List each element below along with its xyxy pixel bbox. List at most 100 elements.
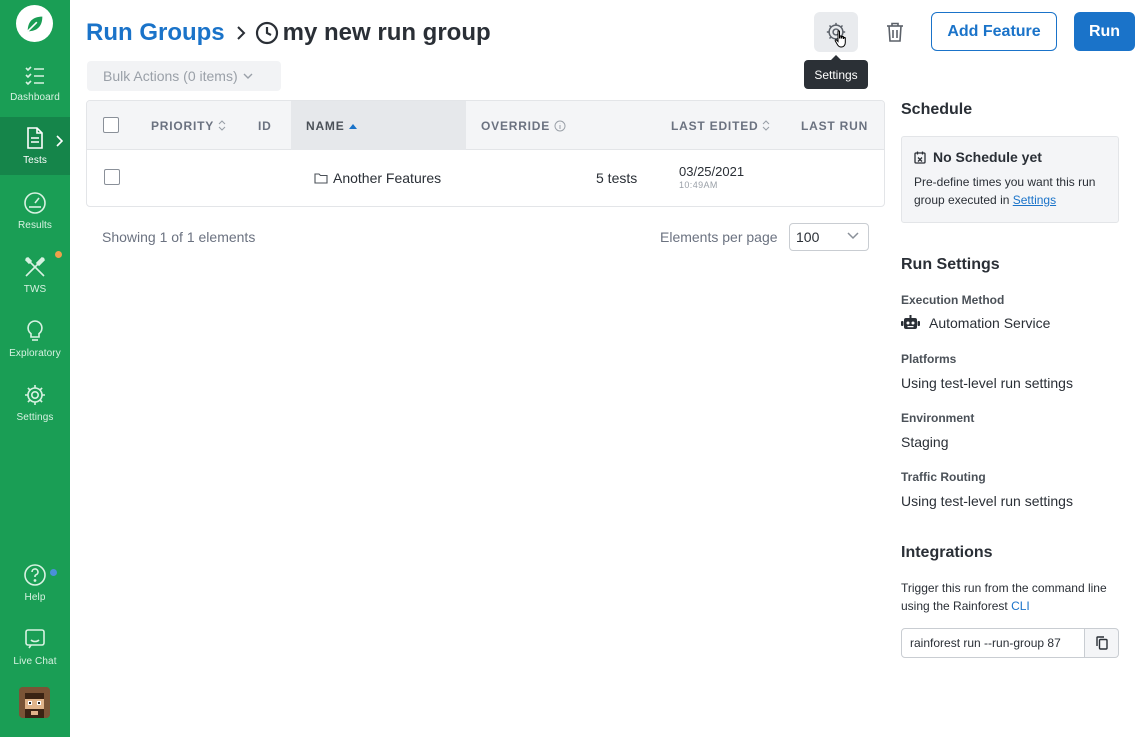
sidebar-item-label: Tests: [23, 155, 47, 166]
column-header-priority[interactable]: PRIORITY: [151, 101, 226, 150]
help-icon: [22, 562, 48, 588]
gauge-icon: [22, 190, 48, 216]
hand-cursor-icon: [834, 30, 846, 48]
traffic-routing-value: Using test-level run settings: [901, 493, 1073, 509]
integrations-description: Trigger this run from the command line u…: [901, 579, 1121, 615]
last-edited-date: 03/25/2021: [679, 164, 745, 179]
info-icon: [554, 120, 566, 132]
sidebar-item-settings[interactable]: Settings: [0, 374, 70, 432]
sort-icon: [218, 120, 226, 131]
chevron-right-icon: [236, 25, 246, 41]
add-feature-button[interactable]: Add Feature: [931, 12, 1057, 51]
sidebar-item-exploratory[interactable]: Exploratory: [0, 310, 70, 368]
elements-per-page-label: Elements per page: [660, 229, 778, 245]
sidebar-item-label: Help: [24, 592, 46, 603]
last-edited-time: 10:49AM: [679, 180, 718, 190]
calendar-icon: [914, 151, 926, 164]
rainforest-logo[interactable]: [16, 5, 53, 42]
trash-icon: [887, 22, 903, 42]
select-all-checkbox[interactable]: [103, 117, 119, 133]
traffic-routing-label: Traffic Routing: [901, 470, 986, 484]
sidebar-item-label: TWS: [23, 284, 47, 295]
per-page-value: 100: [796, 229, 820, 245]
elements-per-page-select[interactable]: 100: [789, 223, 869, 251]
robot-icon: [901, 315, 920, 331]
integrations-heading: Integrations: [901, 544, 993, 561]
column-header-name[interactable]: NAME: [291, 101, 466, 150]
execution-method-value: Automation Service: [901, 315, 1050, 331]
chevron-down-icon: [243, 73, 253, 79]
schedule-title-text: No Schedule yet: [933, 149, 1042, 165]
column-label: PRIORITY: [151, 118, 215, 133]
schedule-card: No Schedule yet Pre-define times you wan…: [901, 136, 1119, 223]
schedule-description-text: Pre-define times you want this run group…: [914, 175, 1096, 207]
environment-label: Environment: [901, 411, 975, 425]
features-table: PRIORITY ID NAME OVERRIDE LAST EDITED LA…: [86, 100, 885, 207]
column-label: OVERRIDE: [481, 118, 551, 133]
platforms-value: Using test-level run settings: [901, 375, 1073, 391]
copy-icon: [1095, 636, 1108, 650]
column-header-override[interactable]: OVERRIDE: [481, 101, 566, 150]
lightbulb-icon: [22, 318, 48, 344]
tws-notification-dot: [55, 251, 62, 258]
cli-command-field[interactable]: rainforest run --run-group 87: [901, 628, 1085, 658]
sort-ascending-icon: [348, 123, 357, 129]
help-notification-dot: [50, 569, 57, 576]
schedule-settings-link[interactable]: Settings: [1013, 193, 1056, 207]
sort-icon: [762, 120, 770, 131]
document-icon: [22, 125, 48, 151]
sidebar-item-dashboard[interactable]: Dashboard: [0, 54, 70, 112]
column-header-id[interactable]: ID: [258, 101, 272, 150]
last-edited-cell: 03/25/2021 10:49AM: [679, 164, 744, 190]
copy-command-button[interactable]: [1085, 628, 1119, 658]
settings-tooltip: Settings: [804, 55, 868, 89]
column-label: LAST EDITED: [671, 118, 759, 133]
run-settings-heading: Run Settings: [901, 256, 1000, 273]
pagination-summary: Showing 1 of 1 elements: [102, 229, 256, 245]
column-label: ID: [258, 118, 272, 133]
sidebar: Dashboard Tests Results TWS Exploratory: [0, 0, 70, 737]
folder-icon: [314, 172, 328, 184]
sidebar-item-help[interactable]: Help: [0, 554, 70, 612]
breadcrumb: Run Groups my new run group: [86, 16, 491, 50]
row-checkbox[interactable]: [104, 169, 120, 185]
chat-icon: [22, 626, 48, 652]
column-label: NAME: [306, 118, 345, 133]
platforms-label: Platforms: [901, 352, 957, 366]
delete-button[interactable]: [873, 12, 917, 52]
table-row[interactable]: Another Features 5 tests 03/25/2021 10:4…: [87, 150, 884, 206]
integrations-description-text: Trigger this run from the command line u…: [901, 581, 1107, 613]
bulk-actions-dropdown[interactable]: Bulk Actions (0 items): [87, 61, 281, 91]
chevron-right-icon: [55, 135, 64, 150]
cli-link[interactable]: CLI: [1011, 599, 1030, 613]
column-header-last-edited[interactable]: LAST EDITED: [671, 101, 770, 150]
breadcrumb-run-groups-link[interactable]: Run Groups: [86, 19, 225, 47]
run-group-name: my new run group: [282, 19, 491, 46]
sidebar-item-live-chat[interactable]: Live Chat: [0, 618, 70, 676]
run-group-settings-button[interactable]: [814, 12, 858, 52]
sidebar-item-label: Live Chat: [13, 656, 57, 667]
leaf-icon: [26, 16, 42, 32]
feature-name: Another Features: [333, 170, 442, 186]
schedule-description: Pre-define times you want this run group…: [914, 173, 1106, 209]
avatar[interactable]: [19, 687, 50, 718]
clock-icon: [255, 21, 279, 45]
sidebar-item-results[interactable]: Results: [0, 182, 70, 240]
sidebar-item-label: Results: [17, 220, 53, 231]
sidebar-item-label: Settings: [16, 412, 54, 423]
override-cell: 5 tests: [596, 170, 638, 186]
run-button[interactable]: Run: [1074, 12, 1135, 51]
bulk-actions-label: Bulk Actions (0 items): [103, 68, 238, 84]
sidebar-item-label: Dashboard: [10, 92, 60, 103]
chevron-down-icon: [847, 232, 859, 240]
sidebar-item-tests[interactable]: Tests: [0, 117, 70, 175]
column-header-last-run[interactable]: LAST RUN: [801, 101, 868, 150]
column-label: LAST RUN: [801, 118, 869, 133]
sidebar-item-label: Exploratory: [9, 348, 61, 359]
gear-icon: [22, 382, 48, 408]
execution-method-text: Automation Service: [929, 315, 1051, 331]
checklist-icon: [22, 62, 48, 88]
feature-name-cell[interactable]: Another Features: [314, 170, 441, 186]
schedule-heading: Schedule: [901, 101, 973, 118]
schedule-title: No Schedule yet: [914, 149, 1106, 165]
